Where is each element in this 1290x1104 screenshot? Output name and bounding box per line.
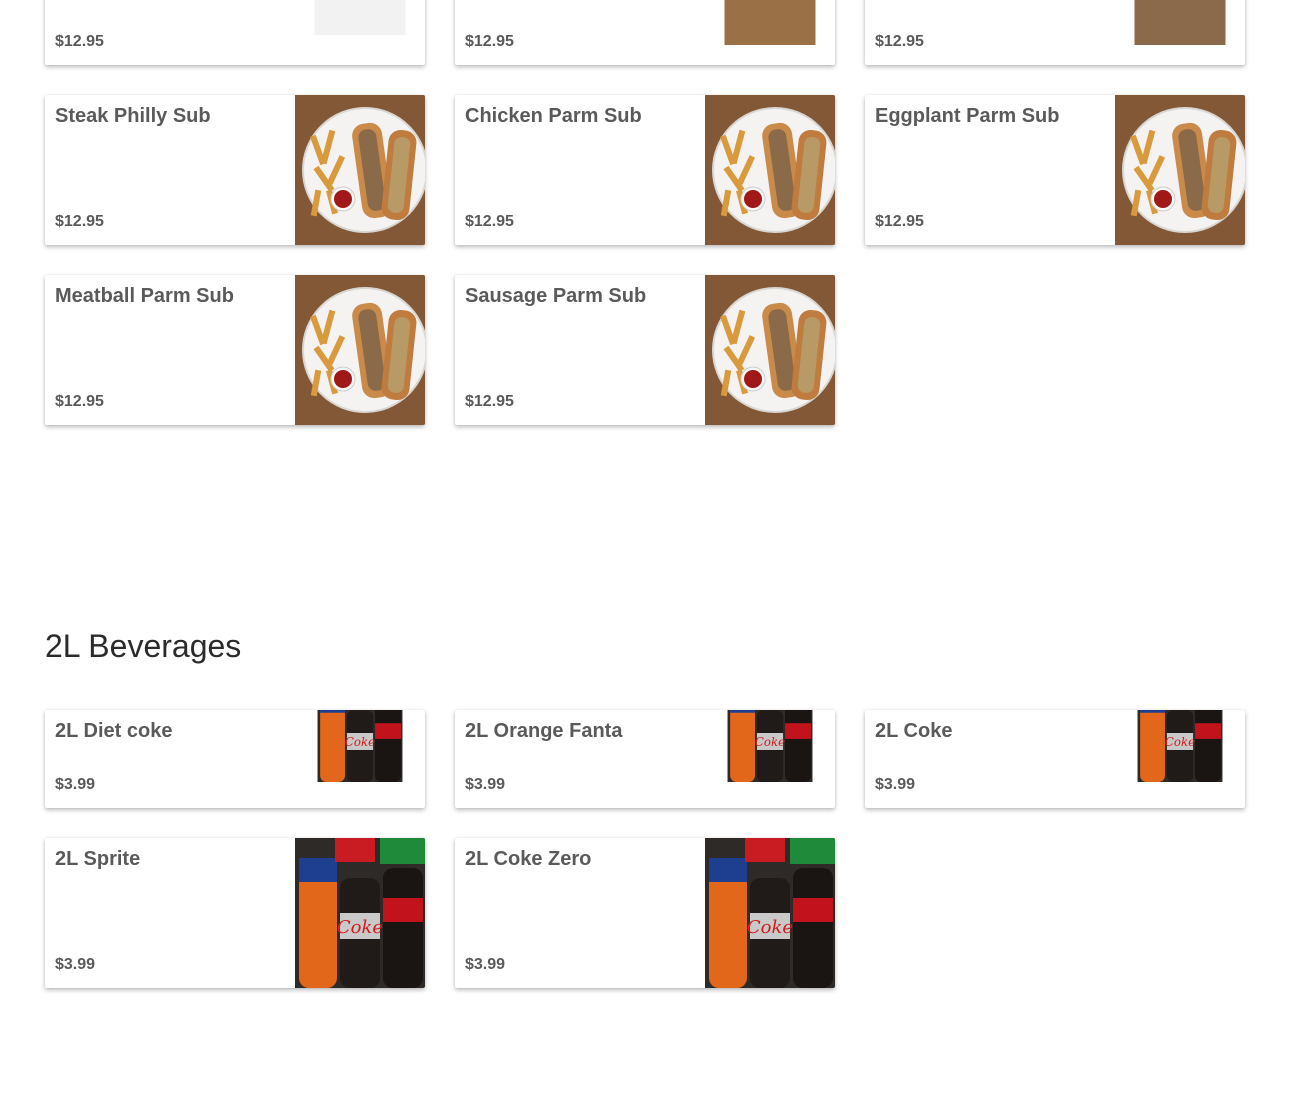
item-price: $3.99 bbox=[875, 776, 916, 793]
sub-with-sauce-photo bbox=[295, 0, 425, 65]
sub-with-fries-photo bbox=[705, 0, 835, 65]
item-price: $12.95 bbox=[465, 393, 514, 410]
item-name: 2L Sprite bbox=[55, 848, 141, 870]
menu-item-card[interactable]: Sausage Parm Sub $12.95 bbox=[455, 275, 835, 425]
menu-item-card[interactable]: Eggplant Parm Sub $12.95 bbox=[865, 95, 1245, 245]
item-price: $3.99 bbox=[465, 956, 506, 973]
item-name: 2L Diet coke bbox=[55, 720, 173, 742]
parm-sub-photo bbox=[705, 95, 835, 245]
soda-bottles-photo bbox=[295, 710, 425, 808]
item-price: $12.95 bbox=[875, 33, 924, 50]
item-price: $12.95 bbox=[875, 213, 924, 230]
item-name: Chicken Parm Sub bbox=[465, 105, 642, 127]
menu-item-card[interactable]: $12.95 bbox=[865, 0, 1245, 65]
menu-item-card[interactable]: $12.95 bbox=[45, 0, 425, 65]
parm-sub-photo bbox=[705, 275, 835, 425]
parm-sub-photo bbox=[295, 275, 425, 425]
soda-bottles-photo bbox=[295, 838, 425, 988]
item-price: $12.95 bbox=[55, 213, 104, 230]
menu-item-card[interactable]: $12.95 bbox=[455, 0, 835, 65]
soda-bottles-photo bbox=[1115, 710, 1245, 808]
parm-sub-photo bbox=[1115, 95, 1245, 245]
menu-item-card[interactable]: Meatball Parm Sub $12.95 bbox=[45, 275, 425, 425]
menu-item-card[interactable]: Steak Philly Sub $12.95 bbox=[45, 95, 425, 245]
item-price: $3.99 bbox=[465, 776, 506, 793]
section-title: 2L Beverages bbox=[45, 628, 242, 664]
menu-item-card[interactable]: 2L Sprite $3.99 bbox=[45, 838, 425, 988]
sub-with-salad-photo bbox=[1115, 0, 1245, 65]
menu-item-card[interactable]: 2L Coke $3.99 bbox=[865, 710, 1245, 808]
item-name: 2L Coke bbox=[875, 720, 953, 742]
item-name: Eggplant Parm Sub bbox=[875, 105, 1060, 127]
item-price: $12.95 bbox=[465, 213, 514, 230]
menu-item-card[interactable]: Chicken Parm Sub $12.95 bbox=[455, 95, 835, 245]
item-price: $12.95 bbox=[465, 33, 514, 50]
item-price: $12.95 bbox=[55, 33, 104, 50]
item-price: $3.99 bbox=[55, 776, 96, 793]
item-name: Sausage Parm Sub bbox=[465, 285, 647, 307]
menu-item-card[interactable]: 2L Diet coke $3.99 bbox=[45, 710, 425, 808]
item-name: 2L Coke Zero bbox=[465, 848, 592, 870]
item-name: 2L Orange Fanta bbox=[465, 720, 623, 742]
soda-bottles-photo bbox=[705, 710, 835, 808]
soda-bottles-photo bbox=[705, 838, 835, 988]
item-name: Meatball Parm Sub bbox=[55, 285, 234, 307]
menu-item-card[interactable]: 2L Orange Fanta $3.99 bbox=[455, 710, 835, 808]
menu-item-card[interactable]: 2L Coke Zero $3.99 bbox=[455, 838, 835, 988]
item-name: Steak Philly Sub bbox=[55, 105, 211, 127]
item-price: $3.99 bbox=[55, 956, 96, 973]
steak-philly-photo bbox=[295, 95, 425, 245]
item-price: $12.95 bbox=[55, 393, 104, 410]
